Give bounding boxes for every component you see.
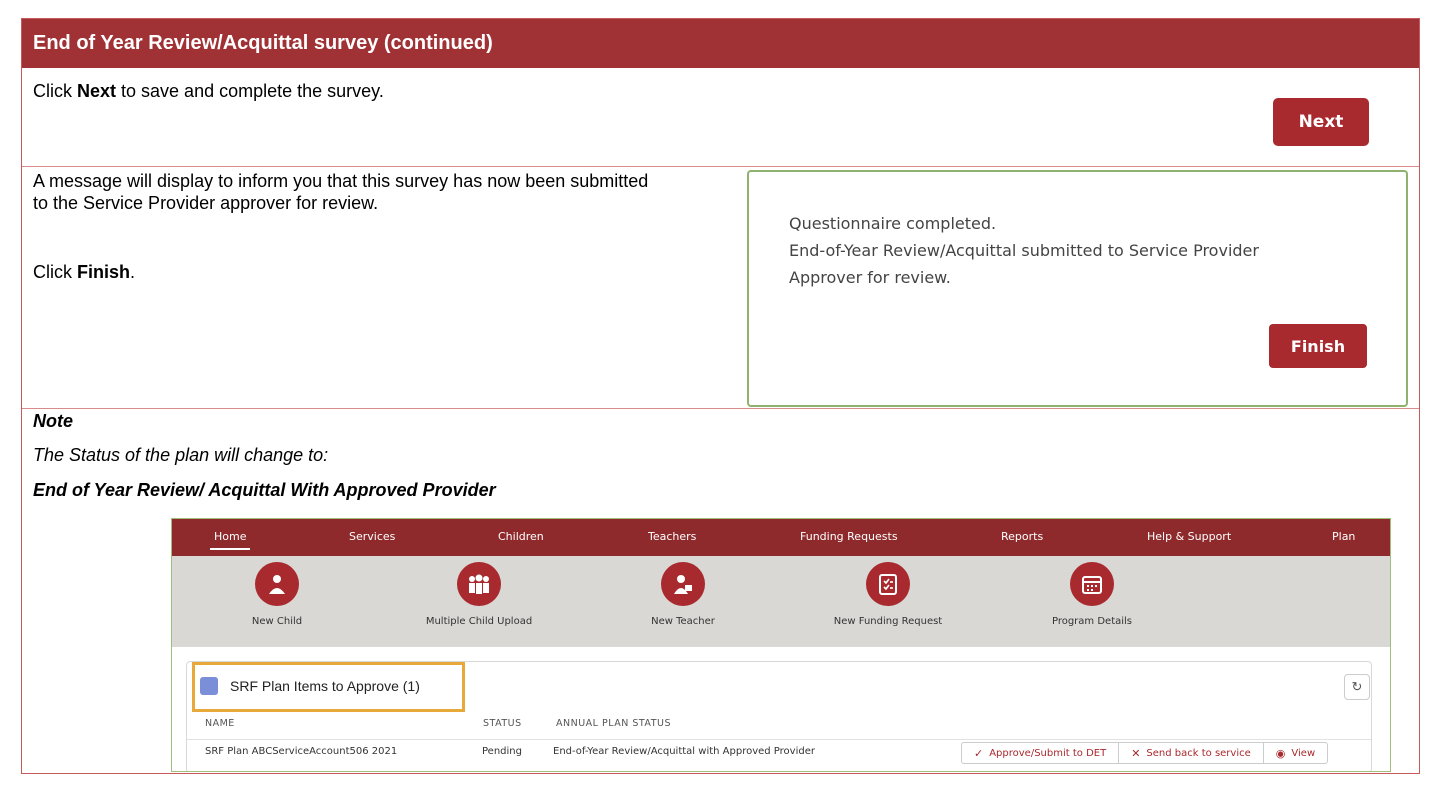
column-header-status: STATUS — [483, 718, 522, 729]
dialog-line-2: End-of-Year Review/Acquittal submitted t… — [789, 241, 1259, 260]
row-divider — [187, 739, 1371, 740]
row-action-buttons: ✓ Approve/Submit to DET ✕ Send back to ser… — [961, 742, 1329, 764]
dialog-line-1: Questionnaire completed. — [789, 214, 997, 233]
list-icon — [200, 677, 218, 695]
calendar-icon — [1070, 562, 1114, 606]
instruction-table: End of Year Review/Acquittal survey (con… — [21, 18, 1420, 774]
section-header: End of Year Review/Acquittal survey (con… — [22, 19, 1419, 68]
nav-active-indicator — [210, 548, 250, 550]
row-divider — [22, 166, 1419, 167]
clipboard-icon — [866, 562, 910, 606]
column-header-annual-plan-status: ANNUAL PLAN STATUS — [556, 718, 671, 729]
dialog-line-3: Approver for review. — [789, 268, 951, 287]
nav-reports[interactable]: Reports — [1001, 530, 1043, 543]
completion-dialog: Questionnaire completed. End-of-Year Rev… — [747, 170, 1408, 407]
eye-icon: ◉ — [1275, 746, 1286, 760]
action-program-details[interactable]: Program Details — [1012, 562, 1172, 627]
teacher-icon — [661, 562, 705, 606]
action-new-teacher[interactable]: New Teacher — [603, 562, 763, 627]
check-icon: ✓ — [974, 746, 984, 760]
quick-actions-bar: New Child Multiple Child Upload New Teac… — [172, 556, 1390, 647]
column-header-name: NAME — [205, 718, 235, 729]
group-icon — [457, 562, 501, 606]
list-title: SRF Plan Items to Approve (1) — [230, 678, 420, 694]
approve-button[interactable]: ✓ Approve/Submit to DET — [962, 743, 1120, 763]
action-new-funding-request[interactable]: New Funding Request — [808, 562, 968, 627]
action-multiple-child-upload[interactable]: Multiple Child Upload — [399, 562, 559, 627]
child-icon — [255, 562, 299, 606]
action-new-child[interactable]: New Child — [197, 562, 357, 627]
note-status: End of Year Review/ Acquittal With Appro… — [33, 480, 496, 500]
send-back-button[interactable]: ✕ Send back to service — [1119, 743, 1264, 763]
note-text: The Status of the plan will change to: — [33, 445, 329, 465]
annual-plan-status: End-of-Year Review/Acquittal with Approv… — [553, 746, 815, 757]
plan-status: Pending — [482, 746, 522, 757]
app-nav-bar: Home Services Children Teachers Funding … — [172, 519, 1390, 556]
finish-button[interactable]: Finish — [1269, 324, 1367, 368]
step2-description: A message will display to inform you tha… — [33, 171, 649, 213]
next-button[interactable]: Next — [1273, 98, 1369, 146]
nav-funding-requests[interactable]: Funding Requests — [800, 530, 898, 543]
note-label: Note — [33, 411, 73, 431]
srf-plan-items-panel: SRF Plan Items to Approve (1) ↻ NAME STA… — [186, 661, 1372, 771]
plan-name[interactable]: SRF Plan ABCServiceAccount506 2021 — [205, 746, 397, 757]
close-icon: ✕ — [1131, 746, 1141, 760]
nav-teachers[interactable]: Teachers — [648, 530, 696, 543]
app-screenshot: Home Services Children Teachers Funding … — [171, 518, 1391, 772]
step2-click-finish: Click Finish. — [33, 262, 136, 282]
nav-help-support[interactable]: Help & Support — [1147, 530, 1231, 543]
nav-children[interactable]: Children — [498, 530, 544, 543]
nav-home[interactable]: Home — [214, 530, 246, 543]
nav-plan[interactable]: Plan — [1332, 530, 1355, 543]
row-divider — [22, 408, 1419, 409]
step1-instruction: Click Next to save and complete the surv… — [33, 81, 384, 101]
view-button[interactable]: ◉ View — [1264, 743, 1327, 763]
nav-services[interactable]: Services — [349, 530, 395, 543]
refresh-icon[interactable]: ↻ — [1344, 674, 1370, 700]
